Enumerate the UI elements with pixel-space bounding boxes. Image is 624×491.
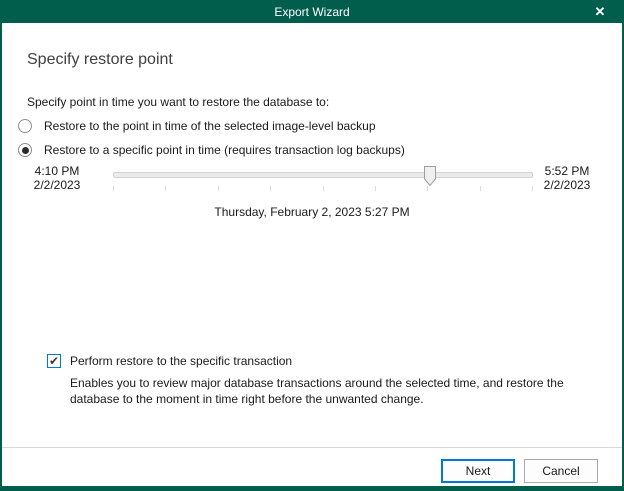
selected-restore-datetime: Thursday, February 2, 2023 5:27 PM bbox=[2, 205, 622, 219]
page-title: Specify restore point bbox=[27, 51, 173, 69]
slider-tick bbox=[270, 186, 271, 191]
footer-button-bar: Next Cancel bbox=[2, 448, 622, 486]
radio-icon-unselected[interactable] bbox=[18, 119, 32, 133]
radio-option-image-level-backup[interactable]: Restore to the point in time of the sele… bbox=[18, 118, 376, 134]
instruction-label: Specify point in time you want to restor… bbox=[27, 95, 329, 109]
checkbox-label: Perform restore to the specific transact… bbox=[70, 354, 292, 368]
radio-label: Restore to the point in time of the sele… bbox=[44, 119, 376, 133]
slider-end-date: 2/2/2023 bbox=[535, 178, 599, 192]
window-border-bottom bbox=[0, 486, 624, 491]
titlebar: Export Wizard ✕ bbox=[0, 0, 624, 23]
slider-tick bbox=[323, 186, 324, 191]
checkbox-checked-icon[interactable]: ✔ bbox=[47, 354, 61, 368]
slider-tick-marks bbox=[113, 186, 533, 191]
wizard-content: Specify restore point Specify point in t… bbox=[2, 23, 622, 447]
radio-icon-selected[interactable] bbox=[18, 143, 32, 157]
export-wizard-window: Export Wizard ✕ Specify restore point Sp… bbox=[0, 0, 624, 491]
slider-end-label: 5:52 PM 2/2/2023 bbox=[535, 164, 599, 192]
radio-option-specific-point[interactable]: Restore to a specific point in time (req… bbox=[18, 142, 405, 158]
slider-tick bbox=[427, 186, 428, 191]
window-border-left bbox=[0, 0, 2, 491]
slider-tick bbox=[165, 186, 166, 191]
slider-end-time: 5:52 PM bbox=[535, 164, 599, 178]
slider-tick bbox=[113, 186, 114, 191]
next-button[interactable]: Next bbox=[441, 459, 515, 483]
close-icon: ✕ bbox=[595, 4, 606, 20]
slider-tick bbox=[480, 186, 481, 191]
slider-thumb[interactable] bbox=[424, 166, 436, 186]
slider-tick bbox=[375, 186, 376, 191]
slider-start-date: 2/2/2023 bbox=[25, 178, 89, 192]
window-title: Export Wizard bbox=[274, 5, 349, 19]
close-button[interactable]: ✕ bbox=[584, 0, 616, 23]
restore-point-slider-track[interactable] bbox=[113, 172, 533, 178]
checkbox-description: Enables you to review major database tra… bbox=[70, 376, 572, 407]
radio-label: Restore to a specific point in time (req… bbox=[44, 143, 405, 157]
check-icon: ✔ bbox=[49, 355, 59, 367]
slider-tick bbox=[218, 186, 219, 191]
slider-thumb-icon bbox=[424, 166, 436, 186]
cancel-button[interactable]: Cancel bbox=[524, 459, 598, 483]
slider-start-label: 4:10 PM 2/2/2023 bbox=[25, 164, 89, 192]
slider-start-time: 4:10 PM bbox=[25, 164, 89, 178]
perform-restore-transaction-checkbox-row[interactable]: ✔ Perform restore to the specific transa… bbox=[47, 354, 292, 368]
slider-tick bbox=[532, 186, 533, 191]
